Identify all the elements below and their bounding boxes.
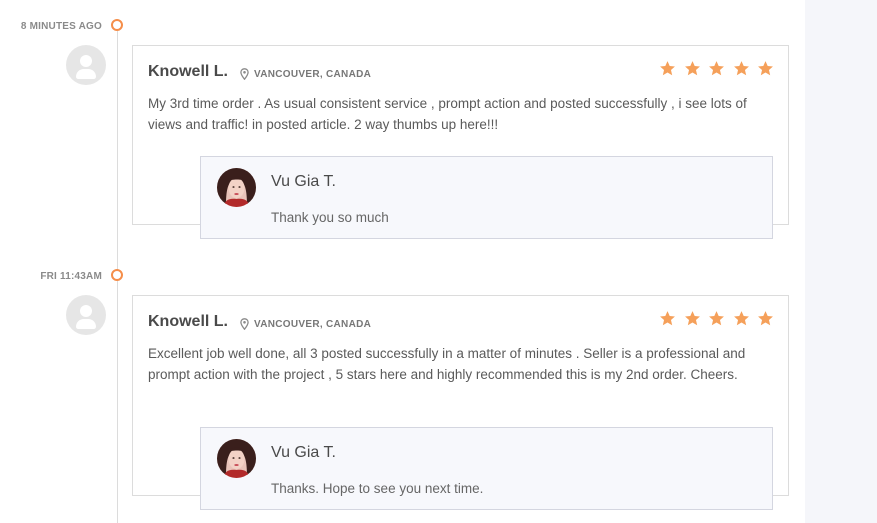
- star-icon: [684, 61, 700, 76]
- star-icon: [684, 311, 700, 326]
- star-rating: [652, 310, 775, 327]
- star-icon: [660, 61, 675, 76]
- seller-reply: Vu Gia T. Thanks. Hope to see you next t…: [200, 427, 773, 510]
- reviewer-avatar-placeholder-icon: [66, 45, 106, 85]
- reviewer-name: Knowell L.: [148, 313, 228, 330]
- review-time: 8 MINUTES AGO: [20, 21, 102, 32]
- reply-text: Thanks. Hope to see you next time.: [271, 481, 484, 496]
- map-pin-icon: [240, 68, 249, 80]
- seller-avatar: [217, 439, 256, 478]
- reply-text: Thank you so much: [271, 210, 389, 225]
- location-text: VANCOUVER, CANADA: [254, 68, 372, 80]
- seller-name: Vu Gia T.: [271, 173, 336, 190]
- star-icon: [660, 311, 675, 326]
- reviewer-location: VANCOUVER, CANADA: [240, 68, 371, 80]
- timeline-dot: [111, 269, 123, 281]
- star-icon: [758, 61, 773, 76]
- review-time: FRI 11:43AM: [40, 271, 102, 282]
- reviewer-location: VANCOUVER, CANADA: [240, 318, 371, 330]
- seller-name: Vu Gia T.: [271, 444, 336, 461]
- star-icon: [758, 311, 773, 326]
- seller-reply: Vu Gia T. Thank you so much: [200, 156, 773, 239]
- reviewer-avatar-placeholder-icon: [66, 295, 106, 335]
- timeline-dot: [111, 19, 123, 31]
- star-icon: [733, 61, 749, 76]
- star-icon: [733, 311, 749, 326]
- location-text: VANCOUVER, CANADA: [254, 318, 372, 330]
- review-text: My 3rd time order . As usual consistent …: [148, 96, 747, 132]
- reviews-page: 8 MINUTES AGO Knowell L. VANCOUVER, CANA…: [0, 0, 877, 523]
- star-icon: [709, 311, 724, 326]
- reviewer-name: Knowell L.: [148, 63, 228, 80]
- side-panel: [805, 0, 877, 523]
- map-pin-icon: [240, 318, 249, 330]
- star-icon: [709, 61, 724, 76]
- review-text: Excellent job well done, all 3 posted su…: [148, 346, 746, 382]
- star-rating: [652, 60, 775, 77]
- seller-avatar: [217, 168, 256, 207]
